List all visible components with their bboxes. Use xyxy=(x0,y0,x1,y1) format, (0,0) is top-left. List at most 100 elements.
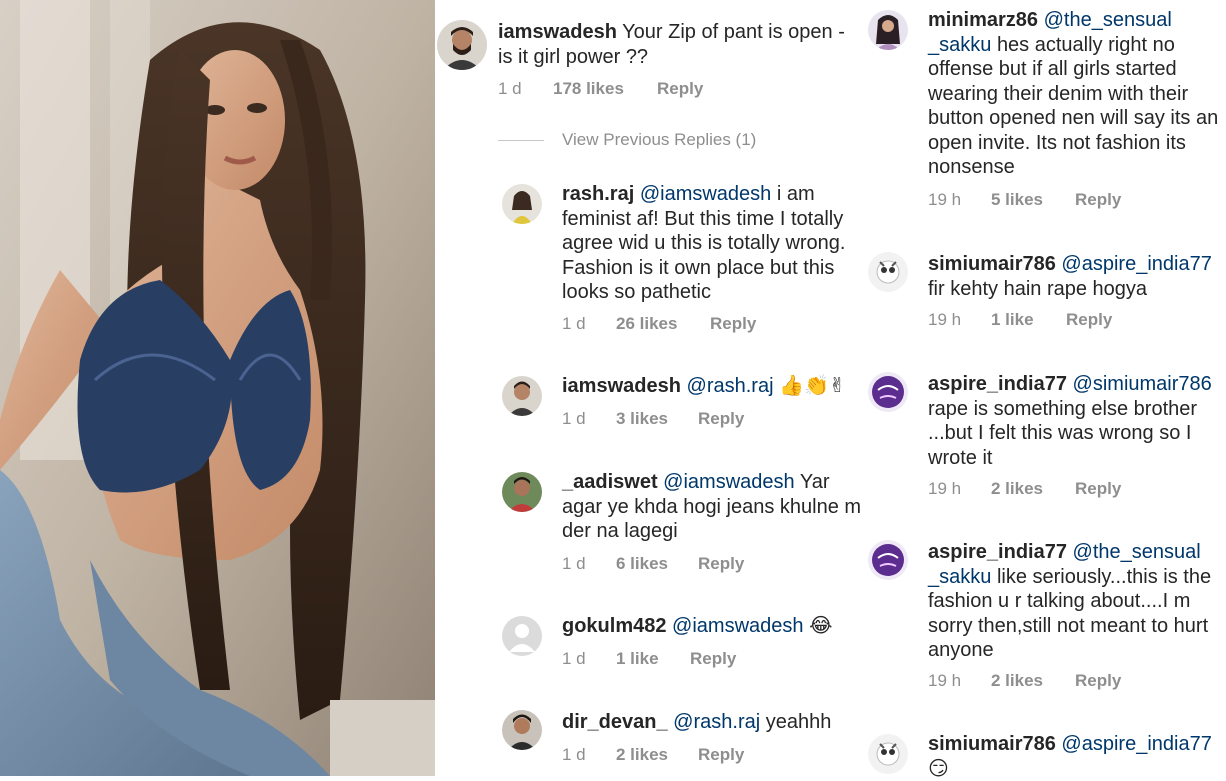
reply-time: 19 h xyxy=(928,310,962,329)
comment-username[interactable]: iamswadesh xyxy=(498,21,617,43)
view-previous-replies[interactable]: View Previous Replies (1) xyxy=(562,130,756,150)
reply-button[interactable]: Reply xyxy=(657,79,703,99)
reply-likes[interactable]: 3 likes xyxy=(616,409,668,429)
comment-text: iamswadesh Your Zip of pant is open - is… xyxy=(498,20,863,69)
reply-button[interactable]: Reply xyxy=(690,649,736,669)
reply-meta: 19 h 5 likes Reply xyxy=(928,190,1121,210)
post-photo xyxy=(0,0,435,776)
reply-username[interactable]: gokulm482 xyxy=(562,615,666,637)
reply-body: 😂 xyxy=(809,615,833,637)
reply-button[interactable]: Reply xyxy=(698,554,744,574)
reply-username[interactable]: simiumair786 xyxy=(928,253,1056,275)
reply-button[interactable]: Reply xyxy=(710,314,756,334)
reply-time: 19 h xyxy=(928,479,962,498)
avatar[interactable] xyxy=(868,372,908,412)
avatar[interactable] xyxy=(502,376,542,416)
reply-likes[interactable]: 2 likes xyxy=(991,671,1043,691)
reply-mention[interactable]: @rash.raj xyxy=(687,375,774,397)
reply-time: 1 d xyxy=(562,649,586,668)
reply-likes[interactable]: 1 like xyxy=(616,649,659,669)
avatar[interactable] xyxy=(868,734,908,774)
reply-mention[interactable]: @iamswadesh xyxy=(672,615,803,637)
reply-username[interactable]: aspire_india77 xyxy=(928,541,1067,563)
reply-mention[interactable]: @simiumair786 xyxy=(1073,373,1212,395)
reply-text: aspire_india77 @the_sensual _sakku like … xyxy=(928,540,1226,663)
reply-item: minimarz86 @the_sensual _sakku hes actua… xyxy=(865,0,1226,220)
reply-username[interactable]: dir_devan_ xyxy=(562,711,668,733)
reply-body: 👍👏✌ xyxy=(779,375,846,397)
reply-time: 1 d xyxy=(562,409,586,428)
reply-button[interactable]: Reply xyxy=(1075,671,1121,691)
reply-mention[interactable]: @aspire_india77 xyxy=(1061,733,1211,755)
reply-time: 1 d xyxy=(562,554,586,573)
reply-text: rash.raj @iamswadesh i am feminist af! B… xyxy=(562,182,862,305)
reply-body: 😏 xyxy=(928,757,949,780)
reply-button[interactable]: Reply xyxy=(1075,190,1121,210)
reply-mention[interactable]: @aspire_india77 xyxy=(1061,253,1211,275)
reply-meta: 19 h 2 likes Reply xyxy=(928,671,1121,691)
comment-meta: 1 d 178 likes Reply xyxy=(498,79,703,99)
reply-button[interactable]: Reply xyxy=(1066,310,1112,330)
reply-username[interactable]: rash.raj xyxy=(562,183,634,205)
reply-meta: 19 h 1 like Reply xyxy=(928,310,1112,330)
reply-body: fir kehty hain rape hogya xyxy=(928,277,1148,300)
reply-body: yeahhh xyxy=(765,711,832,733)
comment-time: 1 d xyxy=(498,79,522,98)
reply-meta: 1 d 2 likes Reply xyxy=(562,745,744,765)
reply-body: rape is something else brother ...but I … xyxy=(928,397,1198,469)
reply-mention[interactable]: @iamswadesh xyxy=(663,471,794,493)
reply-item: _aadiswet @iamswadesh Yar agar ye khda h… xyxy=(435,468,865,578)
reply-mention[interactable]: @iamswadesh xyxy=(640,183,771,205)
reply-text: iamswadesh @rash.raj 👍👏✌ xyxy=(562,374,862,399)
reply-time: 19 h xyxy=(928,671,962,690)
reply-text: simiumair786 @aspire_india77 fir kehty h… xyxy=(928,252,1226,301)
reply-item: dir_devan_ @rash.raj yeahhh 1 d 2 likes … xyxy=(435,708,865,776)
reply-mention[interactable]: @rash.raj xyxy=(673,711,760,733)
reply-text: simiumair786 @aspire_india77 😏 xyxy=(928,732,1226,781)
divider xyxy=(498,140,544,141)
avatar[interactable] xyxy=(502,184,542,224)
reply-text: dir_devan_ @rash.raj yeahhh xyxy=(562,710,862,735)
reply-meta: 19 h 2 likes Reply xyxy=(928,479,1121,499)
reply-text: gokulm482 @iamswadesh 😂 xyxy=(562,614,862,639)
reply-time: 1 d xyxy=(562,314,586,333)
reply-item: simiumair786 @aspire_india77 😏 xyxy=(865,732,1226,780)
comment-top: iamswadesh Your Zip of pant is open - is… xyxy=(435,0,865,110)
reply-likes[interactable]: 26 likes xyxy=(616,314,677,334)
avatar[interactable] xyxy=(868,540,908,580)
reply-item: aspire_india77 @simiumair786 rape is som… xyxy=(865,370,1226,510)
reply-time: 19 h xyxy=(928,190,962,209)
reply-button[interactable]: Reply xyxy=(1075,479,1121,499)
reply-meta: 1 d 6 likes Reply xyxy=(562,554,744,574)
reply-username[interactable]: iamswadesh xyxy=(562,375,681,397)
reply-text: aspire_india77 @simiumair786 rape is som… xyxy=(928,372,1226,470)
reply-meta: 1 d 3 likes Reply xyxy=(562,409,744,429)
reply-likes[interactable]: 6 likes xyxy=(616,554,668,574)
avatar[interactable] xyxy=(502,472,542,512)
reply-likes[interactable]: 2 likes xyxy=(991,479,1043,499)
avatar[interactable] xyxy=(502,616,542,656)
comment-likes[interactable]: 178 likes xyxy=(553,79,624,99)
avatar[interactable] xyxy=(502,710,542,750)
reply-time: 1 d xyxy=(562,745,586,764)
reply-meta: 1 d 1 like Reply xyxy=(562,649,736,669)
reply-text: _aadiswet @iamswadesh Yar agar ye khda h… xyxy=(562,470,862,544)
reply-likes[interactable]: 5 likes xyxy=(991,190,1043,210)
reply-item: aspire_india77 @the_sensual _sakku like … xyxy=(865,538,1226,708)
reply-item: rash.raj @iamswadesh i am feminist af! B… xyxy=(435,180,865,340)
avatar[interactable] xyxy=(437,20,487,70)
reply-item: iamswadesh @rash.raj 👍👏✌ 1 d 3 likes Rep… xyxy=(435,370,865,440)
reply-button[interactable]: Reply xyxy=(698,745,744,765)
reply-username[interactable]: aspire_india77 xyxy=(928,373,1067,395)
reply-username[interactable]: simiumair786 xyxy=(928,733,1056,755)
avatar[interactable] xyxy=(868,252,908,292)
reply-username[interactable]: minimarz86 xyxy=(928,9,1038,31)
reply-likes[interactable]: 2 likes xyxy=(616,745,668,765)
reply-item: gokulm482 @iamswadesh 😂 1 d 1 like Reply xyxy=(435,612,865,682)
avatar[interactable] xyxy=(868,10,908,50)
reply-text: minimarz86 @the_sensual _sakku hes actua… xyxy=(928,8,1226,180)
reply-likes[interactable]: 1 like xyxy=(991,310,1034,330)
photo-illustration xyxy=(0,0,435,776)
reply-button[interactable]: Reply xyxy=(698,409,744,429)
reply-username[interactable]: _aadiswet xyxy=(562,471,658,493)
